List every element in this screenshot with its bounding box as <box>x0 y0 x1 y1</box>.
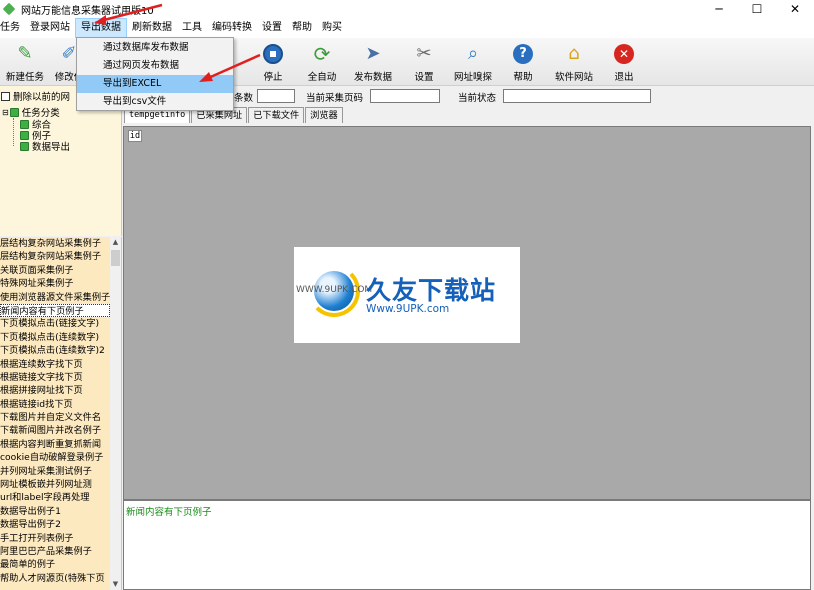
task-list-item[interactable]: 手工打开列表例子 <box>0 532 110 545</box>
menu-settings[interactable]: 设置 <box>257 18 287 38</box>
menu-refresh-data[interactable]: 刷新数据 <box>127 18 177 38</box>
task-list-item[interactable]: 网址模板嵌并列网址测 <box>0 478 110 491</box>
checkbox-icon[interactable] <box>1 91 10 101</box>
task-list: 层结构复杂网站采集例子 层结构复杂网站采集例子 关联页面采集例子 特殊网址采集例子 使用… <box>0 237 122 590</box>
task-list-item[interactable]: 层结构复杂网站采集例子 <box>0 237 110 250</box>
exit-button[interactable]: ✕ 退出 <box>599 41 649 85</box>
task-list-item[interactable]: 下页模拟点击(连续数字) <box>0 331 110 344</box>
scroll-thumb[interactable] <box>111 250 120 266</box>
task-list-item[interactable]: 关联页面采集例子 <box>0 264 110 277</box>
close-button[interactable]: ✕ <box>776 0 814 18</box>
auto-icon: ⟳ <box>313 42 331 66</box>
menu-export-excel[interactable]: 导出到EXCEL <box>77 75 233 93</box>
column-header-id[interactable]: id <box>128 130 142 142</box>
watermark-url: Www.9UPK.com <box>366 303 450 315</box>
task-list-item[interactable]: 数据导出例子1 <box>0 505 110 518</box>
menu-export-data[interactable]: 导出数据 <box>75 18 127 38</box>
page-label: 当前采集页码 <box>306 93 364 104</box>
task-list-item[interactable]: 根据拼接网址找下页 <box>0 384 110 397</box>
task-list-item[interactable]: 根据链接文字找下页 <box>0 371 110 384</box>
task-list-item[interactable]: cookie自动破解登录例子 <box>0 451 110 464</box>
menu-task[interactable]: 任务 <box>0 18 25 38</box>
task-list-item[interactable]: url和label字段再处理 <box>0 491 110 504</box>
app-logo-icon <box>2 2 16 16</box>
menu-login-site[interactable]: 登录网站 <box>25 18 75 38</box>
stop-icon <box>260 41 286 67</box>
tab-browser[interactable]: 浏览器 <box>305 107 343 123</box>
task-list-item[interactable]: 使用浏览器源文件采集例子 <box>0 291 110 304</box>
node-icon <box>20 141 29 151</box>
log-text: 新闻内容有下页例子 <box>126 507 212 518</box>
publish-icon: ➤ <box>365 43 381 64</box>
new-task-icon: ✎ <box>17 43 33 64</box>
maximize-button[interactable]: ☐ <box>738 0 776 18</box>
state-label: 当前状态 <box>458 93 497 104</box>
watermark: WWW.9UPK.COM 久友下载站 Www.9UPK.com <box>294 247 520 343</box>
menu-export-csv[interactable]: 导出到csv文件 <box>77 93 233 111</box>
count-label: 条数 <box>234 93 254 104</box>
scroll-up-icon[interactable]: ▲ <box>110 237 121 248</box>
settings-button[interactable]: ✂ 设置 <box>399 41 449 85</box>
title-bar: 网站万能信息采集器试用版10 ─ ☐ ✕ <box>0 0 814 18</box>
stop-button[interactable]: 停止 <box>248 41 298 85</box>
tools-icon: ✂ <box>416 43 432 64</box>
page-field <box>370 89 440 103</box>
menu-help[interactable]: 帮助 <box>287 18 317 38</box>
delete-previous-checkbox[interactable]: 删除以前的网 <box>1 89 70 103</box>
task-list-scrollbar[interactable]: ▲ ▼ <box>110 237 121 590</box>
task-list-item[interactable]: 数据导出例子2 <box>0 518 110 531</box>
task-list-item[interactable]: 下载图片并自定义文件名 <box>0 411 110 424</box>
task-list-item[interactable]: 根据连续数字找下页 <box>0 358 110 371</box>
sniff-icon: ⌕ <box>467 43 479 64</box>
task-list-item[interactable]: 下页模拟点击(连续数字)2 <box>0 344 110 357</box>
exit-icon: ✕ <box>611 41 637 67</box>
url-sniff-button[interactable]: ⌕ 网址嗅探 <box>448 41 498 85</box>
help-icon: ? <box>510 41 536 67</box>
publish-data-button[interactable]: ➤ 发布数据 <box>348 41 398 85</box>
task-list-item[interactable]: 层结构复杂网站采集例子 <box>0 250 110 263</box>
menu-publish-via-db[interactable]: 通过数据库发布数据 <box>77 39 233 57</box>
folder-icon <box>9 107 19 117</box>
task-list-item[interactable]: 下页模拟点击(链接文字) <box>0 317 110 330</box>
menu-tools[interactable]: 工具 <box>177 18 207 38</box>
scroll-down-icon[interactable]: ▼ <box>110 579 121 590</box>
menu-bar: 任务 登录网站 导出数据 刷新数据 工具 编码转换 设置 帮助 购买 <box>0 18 814 38</box>
task-list-item[interactable]: 根据链接id找下页 <box>0 398 110 411</box>
home-icon: ⌂ <box>568 43 580 64</box>
watermark-title: 久友下载站 <box>366 276 497 305</box>
task-list-item[interactable]: 最简单的例子 <box>0 558 110 571</box>
menu-publish-via-web[interactable]: 通过网页发布数据 <box>77 57 233 75</box>
count-field <box>257 89 295 103</box>
task-list-item[interactable]: 阿里巴巴产品采集例子 <box>0 545 110 558</box>
menu-encoding[interactable]: 编码转换 <box>207 18 257 38</box>
menu-buy[interactable]: 购买 <box>317 18 347 38</box>
new-task-button[interactable]: ✎ 新建任务 <box>0 41 50 85</box>
tab-downloaded-files[interactable]: 已下载文件 <box>248 107 305 123</box>
task-list-item[interactable]: 新闻内容有下页例子 <box>0 303 110 318</box>
help-button[interactable]: ? 帮助 <box>498 41 548 85</box>
watermark-small-text: WWW.9UPK.COM <box>296 285 373 295</box>
task-list-item[interactable]: 特殊网址采集例子 <box>0 277 110 290</box>
log-panel: 新闻内容有下页例子 <box>123 500 811 590</box>
tree-item-data-export[interactable]: 数据导出 <box>20 139 70 153</box>
auto-button[interactable]: ⟳ 全自动 <box>297 41 347 85</box>
task-list-item[interactable]: 下载新闻图片并改名例子 <box>0 424 110 437</box>
minimize-button[interactable]: ─ <box>700 0 738 18</box>
window-title: 网站万能信息采集器试用版10 <box>21 5 154 17</box>
task-list-item[interactable]: 并列网址采集测试例子 <box>0 465 110 478</box>
task-list-item[interactable]: 帮助人才网源页(特殊下页 <box>0 572 110 585</box>
export-data-dropdown: 通过数据库发布数据 通过网页发布数据 导出到EXCEL 导出到csv文件 <box>76 37 234 111</box>
task-list-item[interactable]: 根据内容判断重复抓新闻 <box>0 438 110 451</box>
software-site-button[interactable]: ⌂ 软件网站 <box>549 41 599 85</box>
state-field <box>503 89 651 103</box>
